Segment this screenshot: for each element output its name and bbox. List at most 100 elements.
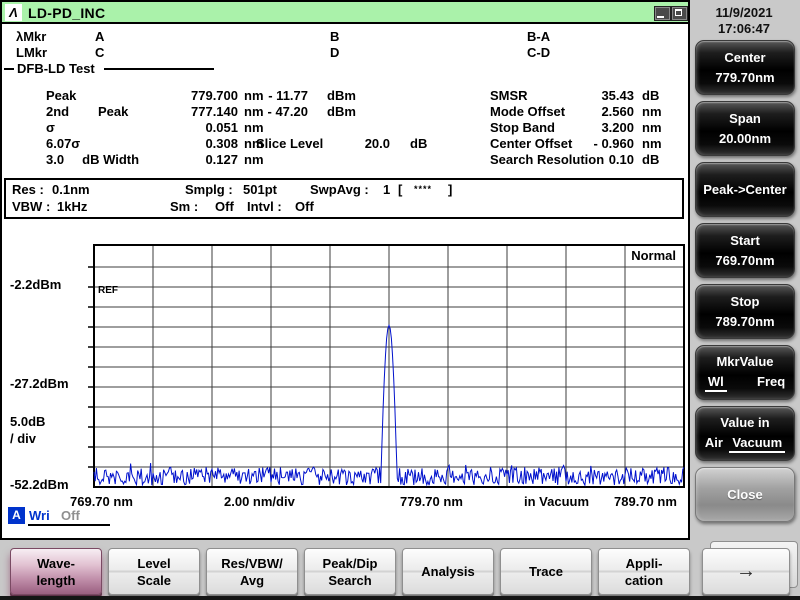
softkey-trace[interactable]: Trace [500,548,592,595]
meas-value: 35.43 [550,88,634,103]
y-axis-top-label: -2.2dBm [10,277,61,292]
value-in-option-vacuum: Vacuum [729,435,785,453]
meas-value: 0.127 [150,152,238,167]
softkey-label: Appli- [626,555,663,572]
res-value: 0.1nm [52,182,90,197]
slice-level-unit: dB [410,136,427,151]
x-axis-start-label: 769.70 nm [70,494,133,509]
vbw-value: 1kHz [57,199,87,214]
swpavg-stars: **** [414,182,432,197]
meas-unit: nm [244,120,264,135]
softkey-label: cation [625,572,663,589]
meas-value: 777.140 [150,104,238,119]
arrow-right-icon: → [736,563,756,580]
softkey-level-scale[interactable]: Level Scale [108,548,200,595]
softkey-application[interactable]: Appli- cation [598,548,690,595]
peak-to-center-label: Peak->Center [703,182,786,197]
softkey-peak-dip-search[interactable]: Peak/Dip Search [304,548,396,595]
x-axis-div-label: 2.00 nm/div [224,494,295,509]
x-axis-medium-label: in Vacuum [524,494,589,509]
swpavg-bracket-open: [ [398,182,402,197]
meas-value: 0.051 [150,120,238,135]
marker-value-option-wl: Wl [705,374,727,392]
section-rule-right [104,68,214,70]
y-axis-scale-label: 5.0dB [10,414,45,429]
meas-label: 2nd Peak [46,104,128,119]
meas-unit: dB [642,88,659,103]
marker-c: C [95,45,104,60]
minimize-button[interactable] [654,6,671,21]
y-axis-bottom-label: -52.2dBm [10,477,69,492]
stop-button-value: 789.70nm [715,314,774,329]
span-button-title: Span [729,111,761,126]
level-marker-label: LMkr [16,45,47,60]
meas-value: 779.700 [150,88,238,103]
center-button-value: 779.70nm [715,70,774,85]
smplg-label: Smplg : [185,182,233,197]
softkey-more-wrap: → [702,541,798,597]
maximize-button[interactable] [671,6,688,21]
meas-value: 3.200 [550,120,634,135]
meas-value: 0.308 [150,136,238,151]
softkey-more-pages[interactable]: → [702,548,790,595]
trace-mode-label: Normal [560,248,676,263]
span-button[interactable]: Span 20.00nm [695,101,795,156]
minimize-icon [657,16,664,18]
value-in-option-air: Air [705,435,723,453]
softkey-wavelength[interactable]: Wave- length [10,548,102,595]
time-display: 17:06:47 [690,21,798,36]
wavelength-marker-label: λMkr [16,29,46,44]
swpavg-label: SwpAvg : [310,182,369,197]
app-logo-icon: Λ [5,4,22,21]
trace-off-state: Off [61,508,80,523]
meas-value: - 0.960 [550,136,634,151]
softkey-label: Search [328,572,371,589]
meas-label: Peak [46,88,76,103]
meas-unit2: dBm [327,104,356,119]
meas-unit2: dBm [327,88,356,103]
window-title: LD-PD_INC [28,5,105,21]
date-display: 11/9/2021 [690,5,798,20]
value-in-button[interactable]: Value in Air Vacuum [695,406,795,461]
softkey-label: Avg [240,572,264,589]
center-button[interactable]: Center 779.70nm [695,40,795,95]
trace-write-mode: Wri [29,508,50,523]
softkey-label: Analysis [421,563,474,580]
vbw-label: VBW : [12,199,50,214]
slice-level-label: Slice Level [256,136,323,151]
marker-value-button[interactable]: MkrValue Wl Freq [695,345,795,400]
meas-value2: - 11.77 [258,88,308,103]
trace-a-badge: A [8,507,25,524]
bottom-bezel [0,596,800,600]
close-button[interactable]: Close [695,467,795,522]
trace-status-underline [28,524,110,526]
softkey-res-vbw-avg[interactable]: Res/VBW/ Avg [206,548,298,595]
meas-label: σ [46,120,55,135]
value-in-title: Value in [720,415,769,430]
marker-d: D [330,45,339,60]
meas-unit: nm [642,104,662,119]
swpavg-bracket-close: ] [448,182,452,197]
stop-button-title: Stop [731,294,760,309]
marker-b-a: B-A [527,29,550,44]
ref-level-label: REF [98,285,118,296]
marker-c-d: C-D [527,45,550,60]
sm-value: Off [215,199,234,214]
softkey-label: Res/VBW/ [221,555,282,572]
stop-button[interactable]: Stop 789.70nm [695,284,795,339]
peak-to-center-button[interactable]: Peak->Center [695,162,795,217]
smplg-value: 501pt [243,182,277,197]
sm-label: Sm : [170,199,198,214]
res-label: Res : [12,182,44,197]
start-button-title: Start [730,233,760,248]
meas-label: 6.07σ [46,136,80,151]
y-axis-scale-label2: / div [10,431,36,446]
meas-label: SMSR [490,88,528,103]
marker-value-title: MkrValue [716,354,773,369]
meas-unit: nm [244,152,264,167]
close-button-label: Close [727,487,762,502]
span-button-value: 20.00nm [719,131,771,146]
start-button[interactable]: Start 769.70nm [695,223,795,278]
meas-value: 0.10 [550,152,634,167]
softkey-analysis[interactable]: Analysis [402,548,494,595]
